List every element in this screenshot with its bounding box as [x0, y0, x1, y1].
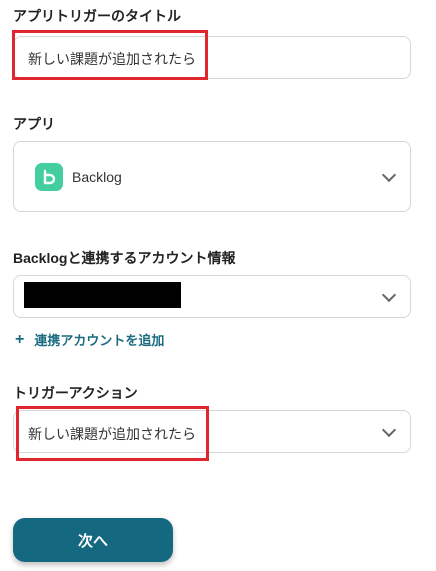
app-select[interactable]: Backlog: [13, 141, 411, 212]
add-account-label: 連携アカウントを追加: [34, 333, 165, 348]
backlog-icon: [35, 163, 63, 191]
trigger-title-label: アプリトリガーのタイトル: [13, 8, 181, 24]
highlight-box-action: [16, 406, 209, 461]
trigger-action-label: トリガーアクション: [13, 385, 138, 401]
account-label: Backlogと連携するアカウント情報: [13, 250, 236, 266]
add-account-link[interactable]: + 連携アカウントを追加: [15, 330, 164, 349]
chevron-down-icon: [381, 167, 397, 183]
highlight-box-title: [12, 30, 208, 80]
app-label: アプリ: [13, 116, 55, 132]
app-selected-value: Backlog: [72, 169, 122, 185]
chevron-down-icon: [381, 422, 397, 438]
account-select[interactable]: [13, 275, 411, 318]
chevron-down-icon: [381, 287, 397, 303]
plus-icon: +: [15, 330, 25, 348]
redacted-account-block: [24, 282, 181, 308]
next-button[interactable]: 次へ: [13, 518, 173, 562]
